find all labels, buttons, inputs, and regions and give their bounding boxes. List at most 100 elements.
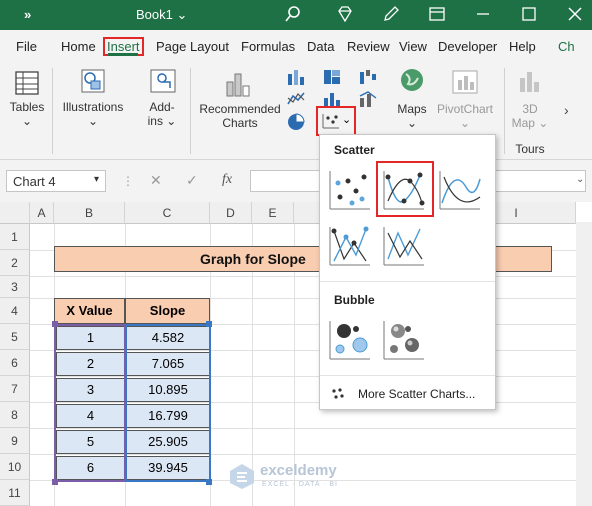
search-icon[interactable] xyxy=(284,5,302,23)
column-header[interactable]: I xyxy=(496,202,536,224)
shapes-icon xyxy=(81,69,105,93)
row-header[interactable]: 9 xyxy=(0,428,30,454)
select-all-corner[interactable] xyxy=(0,202,30,224)
minimize-icon[interactable] xyxy=(474,5,492,23)
scatter-only-markers[interactable] xyxy=(326,167,372,213)
insert-function-icon[interactable]: fx xyxy=(222,172,232,188)
tours-group-label: Tours xyxy=(515,142,545,156)
scatter-straight-markers-icon xyxy=(329,226,370,266)
resize-handle[interactable] xyxy=(206,321,212,327)
row-header[interactable]: 4 xyxy=(0,298,30,324)
pen-icon[interactable] xyxy=(382,5,400,23)
tab-view[interactable]: View xyxy=(399,39,427,54)
enter-icon[interactable]: ✓ xyxy=(186,172,198,189)
column-chart-icon[interactable] xyxy=(286,68,306,86)
scatter-straight-lines-markers[interactable] xyxy=(326,223,372,269)
tab-data[interactable]: Data xyxy=(307,39,334,54)
row-header[interactable]: 3 xyxy=(0,276,30,298)
resize-handle[interactable] xyxy=(52,321,58,327)
row-header[interactable]: 6 xyxy=(0,350,30,376)
scatter-chart-button[interactable]: ⌄ xyxy=(316,106,356,136)
tables-button[interactable]: Tables ⌄ xyxy=(6,100,48,128)
formula-bar-row: Chart 4 ▾ ⋮ ✕ ✓ fx ⌄ xyxy=(0,160,592,202)
bubble-icon xyxy=(329,321,370,360)
row-header[interactable]: 2 xyxy=(0,250,30,276)
watermark-tagline: EXCEL · DATA · BI xyxy=(262,481,338,488)
scatter-straight-lines[interactable] xyxy=(380,223,426,269)
ribbon-separator xyxy=(504,68,505,154)
line-chart-icon[interactable] xyxy=(286,90,308,108)
column-header[interactable]: C xyxy=(125,202,210,224)
column-header[interactable]: D xyxy=(210,202,252,224)
overflow-chevron-icon[interactable]: » xyxy=(24,7,31,22)
illustrations-button[interactable]: Illustrations ⌄ xyxy=(60,100,126,128)
bubble-chart[interactable] xyxy=(326,317,372,363)
scatter-section-title: Scatter xyxy=(334,143,375,157)
expand-formula-icon[interactable]: ⌄ xyxy=(576,174,584,185)
row-header[interactable]: 8 xyxy=(0,402,30,428)
x-range-selection xyxy=(54,324,126,482)
3d-bubble-chart[interactable] xyxy=(380,317,426,363)
row-header[interactable]: 5 xyxy=(0,324,30,350)
vertical-scrollbar[interactable] xyxy=(576,222,592,506)
scatter-smooth-lines[interactable] xyxy=(436,167,482,213)
pivotchart-button: PivotChart ⌄ xyxy=(436,102,494,130)
resize-handle[interactable] xyxy=(206,479,212,485)
row-header[interactable]: 1 xyxy=(0,224,30,250)
row-header[interactable]: 7 xyxy=(0,376,30,402)
close-icon[interactable] xyxy=(566,5,584,23)
tab-review[interactable]: Review xyxy=(347,39,390,54)
column-header[interactable]: E xyxy=(252,202,294,224)
row-header[interactable]: 10 xyxy=(0,454,30,480)
ribbon-tabs: File Home Insert Page Layout Formulas Da… xyxy=(0,30,592,62)
combo-chart-icon[interactable] xyxy=(358,90,382,108)
ribbon: Tables ⌄ Illustrations ⌄ Add-ins ⌄ Recomme… xyxy=(0,62,592,160)
tab-file[interactable]: File xyxy=(16,39,37,54)
resize-handle[interactable] xyxy=(52,479,58,485)
ribbon-separator xyxy=(52,68,53,154)
y-range-selection xyxy=(125,324,211,482)
tab-developer[interactable]: Developer xyxy=(438,39,497,54)
addins-icon xyxy=(150,69,176,93)
ribbon-scroll-right-icon[interactable]: › xyxy=(564,102,569,118)
hierarchy-chart-icon[interactable] xyxy=(322,68,342,86)
active-tab-underline xyxy=(108,53,138,56)
restore-icon[interactable] xyxy=(520,5,538,23)
recommended-charts-icon xyxy=(226,73,250,97)
banner-text: Graph for Slope xyxy=(200,251,306,267)
name-box[interactable]: Chart 4 ▾ xyxy=(6,170,106,192)
chevron-down-icon: ⌄ xyxy=(342,114,352,126)
recommended-charts-button[interactable]: Recommended Charts xyxy=(196,102,284,130)
tab-chart-design[interactable]: Ch xyxy=(558,39,575,54)
header-x-value[interactable]: X Value xyxy=(54,298,125,324)
more-charts-icon xyxy=(332,388,344,399)
watermark-name: exceldemy xyxy=(260,462,337,479)
scatter-smooth-lines-icon xyxy=(439,171,481,210)
ribbon-separator xyxy=(190,68,191,154)
column-header[interactable]: B xyxy=(54,202,125,224)
tab-help[interactable]: Help xyxy=(509,39,536,54)
tab-page-layout[interactable]: Page Layout xyxy=(156,39,229,54)
workbook-title[interactable]: Book1 ⌄ xyxy=(136,7,187,23)
column-header[interactable]: A xyxy=(30,202,54,224)
chevron-down-icon: ▾ xyxy=(93,174,99,185)
scatter-straight-lines-icon xyxy=(383,227,424,266)
ribbon-display-icon[interactable] xyxy=(428,5,446,23)
3d-map-button: 3D Map ⌄ xyxy=(511,102,549,130)
tab-formulas[interactable]: Formulas xyxy=(241,39,295,54)
maps-button[interactable]: Maps ⌄ xyxy=(392,102,432,130)
divider xyxy=(320,375,495,376)
header-slope[interactable]: Slope xyxy=(125,298,210,324)
more-scatter-charts-label: More Scatter Charts... xyxy=(358,387,476,401)
row-header[interactable]: 11 xyxy=(0,480,30,506)
waterfall-chart-icon[interactable] xyxy=(358,68,382,86)
pie-chart-icon[interactable] xyxy=(286,112,308,132)
scatter-chart-dropdown: Scatter Bubble More Scatter Charts... xyxy=(319,134,496,410)
diamond-icon[interactable] xyxy=(336,5,354,23)
bubble-section-title: Bubble xyxy=(334,293,375,307)
3d-map-icon xyxy=(520,72,539,92)
tab-home[interactable]: Home xyxy=(61,39,96,54)
scatter-markers-icon xyxy=(329,171,370,210)
cancel-icon[interactable]: ✕ xyxy=(150,172,162,189)
addins-button[interactable]: Add-ins ⌄ xyxy=(140,100,184,128)
